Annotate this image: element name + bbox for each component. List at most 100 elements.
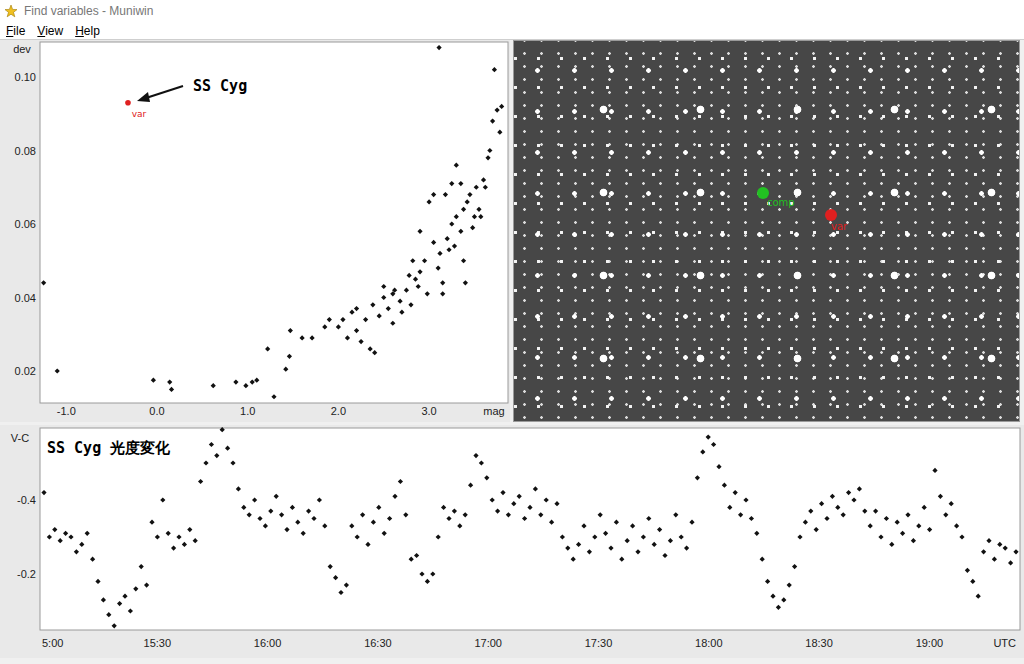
curve-point[interactable] — [52, 527, 57, 532]
curve-point[interactable] — [365, 542, 370, 547]
star-point[interactable] — [490, 119, 495, 124]
curve-point[interactable] — [117, 601, 122, 606]
curve-point[interactable] — [74, 549, 79, 554]
curve-point[interactable] — [868, 523, 873, 528]
curve-point[interactable] — [333, 575, 338, 580]
star-point[interactable] — [449, 221, 454, 226]
curve-point[interactable] — [846, 490, 851, 495]
curve-point[interactable] — [430, 571, 435, 576]
star-point[interactable] — [363, 317, 368, 322]
star-point[interactable] — [470, 225, 475, 230]
curve-point[interactable] — [1003, 546, 1008, 551]
curve-point[interactable] — [41, 490, 46, 495]
curve-point[interactable] — [398, 479, 403, 484]
curve-point[interactable] — [187, 527, 192, 532]
curve-point[interactable] — [409, 557, 414, 562]
curve-point[interactable] — [646, 516, 651, 521]
curve-point[interactable] — [587, 549, 592, 554]
curve-point[interactable] — [171, 546, 176, 551]
menu-item[interactable]: Help — [75, 24, 100, 38]
curve-point[interactable] — [787, 583, 792, 588]
star-point[interactable] — [458, 181, 463, 186]
curve-point[interactable] — [689, 520, 694, 525]
curve-point[interactable] — [306, 509, 311, 514]
star-point[interactable] — [254, 378, 259, 383]
curve-point[interactable] — [376, 505, 381, 510]
curve-point[interactable] — [268, 509, 273, 514]
star-point[interactable] — [499, 104, 504, 109]
curve-point[interactable] — [603, 531, 608, 536]
star-point[interactable] — [443, 192, 448, 197]
variable-point[interactable] — [125, 100, 131, 106]
curve-point[interactable] — [495, 509, 500, 514]
star-point[interactable] — [169, 387, 174, 392]
curve-point[interactable] — [911, 538, 916, 543]
curve-point[interactable] — [214, 453, 219, 458]
star-point[interactable] — [211, 383, 216, 388]
curve-point[interactable] — [144, 583, 149, 588]
curve-point[interactable] — [436, 534, 441, 539]
star-point[interactable] — [167, 379, 172, 384]
curve-point[interactable] — [463, 512, 468, 517]
star-point[interactable] — [322, 324, 327, 329]
curve-point[interactable] — [797, 534, 802, 539]
curve-point[interactable] — [236, 486, 241, 491]
curve-point[interactable] — [241, 505, 246, 510]
curve-point[interactable] — [781, 597, 786, 602]
star-point[interactable] — [287, 354, 292, 359]
star-point[interactable] — [417, 269, 422, 274]
star-point[interactable] — [467, 192, 472, 197]
curve-point[interactable] — [738, 512, 743, 517]
curve-point[interactable] — [295, 520, 300, 525]
curve-point[interactable] — [452, 509, 457, 514]
curve-point[interactable] — [706, 435, 711, 440]
star-point[interactable] — [381, 284, 386, 289]
curve-point[interactable] — [976, 594, 981, 599]
curve-point[interactable] — [139, 564, 144, 569]
curve-point[interactable] — [981, 549, 986, 554]
curve-point[interactable] — [511, 501, 516, 506]
curve-point[interactable] — [625, 538, 630, 543]
curve-point[interactable] — [155, 534, 160, 539]
star-point[interactable] — [461, 207, 466, 212]
curve-point[interactable] — [684, 546, 689, 551]
curve-point[interactable] — [560, 534, 565, 539]
curve-point[interactable] — [544, 497, 549, 502]
curve-point[interactable] — [716, 464, 721, 469]
menu-item[interactable]: File — [6, 24, 25, 38]
curve-point[interactable] — [652, 542, 657, 547]
star-point[interactable] — [390, 321, 395, 326]
curve-point[interactable] — [203, 460, 208, 465]
curve-point[interactable] — [922, 505, 927, 510]
star-point[interactable] — [372, 350, 377, 355]
star-point[interactable] — [495, 107, 500, 112]
curve-point[interactable] — [101, 597, 106, 602]
star-point[interactable] — [309, 335, 314, 340]
star-point[interactable] — [55, 368, 60, 373]
star-field-image[interactable]: compvar — [513, 40, 1020, 422]
star-point[interactable] — [461, 258, 466, 263]
curve-point[interactable] — [527, 505, 532, 510]
curve-point[interactable] — [592, 534, 597, 539]
star-marker[interactable]: comp — [757, 187, 769, 199]
curve-point[interactable] — [355, 534, 360, 539]
curve-point[interactable] — [673, 512, 678, 517]
curve-point[interactable] — [106, 612, 111, 617]
curve-point[interactable] — [657, 527, 662, 532]
curve-point[interactable] — [635, 549, 640, 554]
curve-point[interactable] — [468, 483, 473, 488]
star-point[interactable] — [386, 306, 391, 311]
curve-point[interactable] — [970, 579, 975, 584]
curve-point[interactable] — [220, 427, 225, 432]
curve-point[interactable] — [938, 494, 943, 499]
curve-point[interactable] — [770, 594, 775, 599]
curve-point[interactable] — [830, 494, 835, 499]
curve-point[interactable] — [311, 516, 316, 521]
curve-point[interactable] — [608, 546, 613, 551]
star-point[interactable] — [288, 328, 293, 333]
curve-point[interactable] — [749, 516, 754, 521]
curve-point[interactable] — [198, 479, 203, 484]
curve-point[interactable] — [700, 449, 705, 454]
curve-point[interactable] — [965, 568, 970, 573]
star-point[interactable] — [431, 192, 436, 197]
